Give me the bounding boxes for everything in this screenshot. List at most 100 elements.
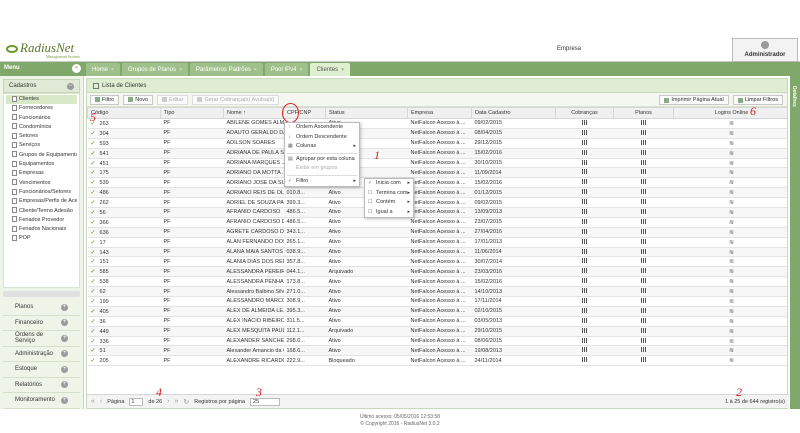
wifi-icon[interactable]: ≋ [729,131,734,137]
details-panel-toggle[interactable]: Detalhes [790,76,800,409]
sidebar-group[interactable]: Administração + [3,346,80,362]
barcode-icon[interactable] [640,139,647,145]
barcode-icon[interactable] [640,258,647,264]
row-checkbox-icon[interactable]: ✓ [91,339,96,345]
barcode-icon[interactable] [640,228,647,234]
collapse-icon[interactable]: − [67,83,74,90]
filter-option[interactable]: ☐ Contém ▸ [365,198,413,208]
barcode-icon[interactable] [640,119,647,125]
tab-2[interactable]: Parâmetros Padrões × [189,63,263,76]
context-menu-item[interactable]: ↓ Ordem Descendente [285,133,359,143]
row-checkbox-icon[interactable]: ✓ [91,259,96,265]
row-checkbox-icon[interactable]: ✓ [91,240,96,246]
expand-icon[interactable]: + [61,350,68,358]
row-checkbox-icon[interactable]: ✓ [91,210,96,216]
table-row[interactable]: ✓449PFALEX MESQUITA PAUL...112.1...Arqui… [87,326,787,337]
sidebar-item[interactable]: Funcionários [6,114,77,123]
filter-option[interactable]: ✓ Inicia com ▸ [365,179,413,189]
column-header[interactable]: Planos [613,107,674,119]
barcode-icon[interactable] [581,268,588,274]
expand-icon[interactable]: + [61,303,68,311]
collapse-menu-icon[interactable]: « [72,64,81,73]
table-row[interactable]: ✓51PFAlexander Amancio da C...168.6...At… [87,345,787,357]
wifi-icon[interactable]: ≋ [729,170,734,176]
wifi-icon[interactable]: ≋ [729,210,734,216]
first-page-icon[interactable]: « [91,398,95,405]
new-button[interactable]: Novo [123,94,154,105]
sidebar-item[interactable]: Feriados Provedor [6,216,77,225]
barcode-icon[interactable] [581,347,588,353]
sidebar-group[interactable]: Monitoramento + [3,393,80,409]
sidebar-item[interactable]: POP [6,234,77,243]
wifi-icon[interactable]: ≋ [729,269,734,275]
barcode-icon[interactable] [581,327,588,333]
filter-option[interactable]: ☐ Termina com ▸ [365,189,413,199]
close-tab-icon[interactable]: × [300,67,303,73]
barcode-icon[interactable] [640,159,647,165]
barcode-icon[interactable] [581,337,588,343]
barcode-icon[interactable] [640,297,647,303]
filter-option[interactable]: ☐ Igual a ▸ [365,208,413,218]
row-checkbox-icon[interactable]: ✓ [91,200,96,206]
sidebar-item[interactable]: Empresas/Perfis de Aces [6,197,77,206]
sidebar-group[interactable]: Estoque + [3,362,80,378]
column-header[interactable]: Tipo [160,107,224,119]
barcode-icon[interactable] [581,278,588,284]
next-page-icon[interactable]: › [167,398,169,405]
barcode-icon[interactable] [581,179,588,185]
expand-icon[interactable]: + [61,381,68,389]
row-checkbox-icon[interactable]: ✓ [91,230,96,236]
table-row[interactable]: ✓ 143 PF ALANA MAIA SANTOS ... 038.9... Ativo… [87,247,787,258]
wifi-icon[interactable]: ≋ [729,309,734,315]
table-row[interactable]: ✓304PFADAUTO GERALDO DA ...AtivoNetFalco… [87,128,787,139]
sidebar-item[interactable]: Equipamentos [6,160,77,169]
row-checkbox-icon[interactable]: ✓ [91,289,96,295]
barcode-icon[interactable] [581,169,588,175]
row-checkbox-icon[interactable]: ✓ [91,151,96,157]
row-checkbox-icon[interactable]: ✓ [91,180,96,186]
column-header[interactable]: Empresa [407,107,472,119]
wifi-icon[interactable]: ≋ [729,230,734,236]
sidebar-item[interactable]: Setores [6,132,77,141]
table-row[interactable]: ✓486PFADRIANO REIS DE OLI...010.8...Ativ… [87,187,787,199]
table-row[interactable]: ✓ 538 PF ALESSANDRA PENHA ... 173.8... Ativo N… [87,276,787,288]
wifi-icon[interactable]: ≋ [729,151,734,157]
row-checkbox-icon[interactable]: ✓ [91,161,96,167]
sidebar-item[interactable]: Serviços [6,141,77,150]
barcode-icon[interactable] [640,169,647,175]
barcode-icon[interactable] [581,189,588,195]
row-checkbox-icon[interactable]: ✓ [91,319,96,325]
sidebar-item[interactable]: Vencimentos [6,179,77,188]
table-row[interactable]: ✓ 151 PF ALANIA DIAS DOS REIS 357.8... Ativo N… [87,256,787,268]
row-checkbox-icon[interactable]: ✓ [91,170,96,176]
wifi-icon[interactable]: ≋ [729,180,734,186]
print-page-button[interactable]: Imprimir Página Atual [659,95,729,105]
close-tab-icon[interactable]: × [341,67,344,73]
wifi-icon[interactable]: ≋ [729,329,734,335]
table-row[interactable]: ✓ 36 PF ALEX INACIO RIBEIRO 311.5... Ativo Ne… [87,316,787,327]
sidebar-group[interactable]: Ordens de Serviço + [3,331,80,347]
wifi-icon[interactable]: ≋ [729,279,734,285]
sidebar-group[interactable]: Planos + [3,300,80,316]
table-row[interactable]: ✓ 336 PF ALEXANDER SANCHES 298.6... Ativo Net… [87,336,787,347]
wifi-icon[interactable]: ≋ [729,259,734,265]
column-header[interactable]: Nome ↑ [223,107,284,119]
barcode-icon[interactable] [581,129,588,135]
barcode-icon[interactable] [640,199,647,205]
wifi-icon[interactable]: ≋ [729,121,734,127]
per-page-select[interactable]: 25 [250,397,281,406]
context-menu-item[interactable]: ▦ Colunas ▸ [285,142,359,152]
barcode-icon[interactable] [640,317,647,323]
tab-4[interactable]: Clientes × [310,63,351,76]
row-checkbox-icon[interactable]: ✓ [91,131,96,137]
sidebar-item[interactable]: Grupos de Equipamento [6,151,77,160]
barcode-icon[interactable] [581,139,588,145]
wifi-icon[interactable]: ≋ [729,319,734,325]
table-row[interactable]: ✓175PFADRIANO DA MOTTA ...AtivoNetFalcon… [87,167,787,179]
barcode-icon[interactable] [581,199,588,205]
sidebar-item[interactable]: Funcionários/Setores [6,188,77,197]
table-row[interactable]: ✓541PFADRIANA DE PAULA S...AtivoNetFalco… [87,148,787,159]
row-checkbox-icon[interactable]: ✓ [91,279,96,285]
barcode-icon[interactable] [640,238,647,244]
wifi-icon[interactable]: ≋ [729,289,734,295]
